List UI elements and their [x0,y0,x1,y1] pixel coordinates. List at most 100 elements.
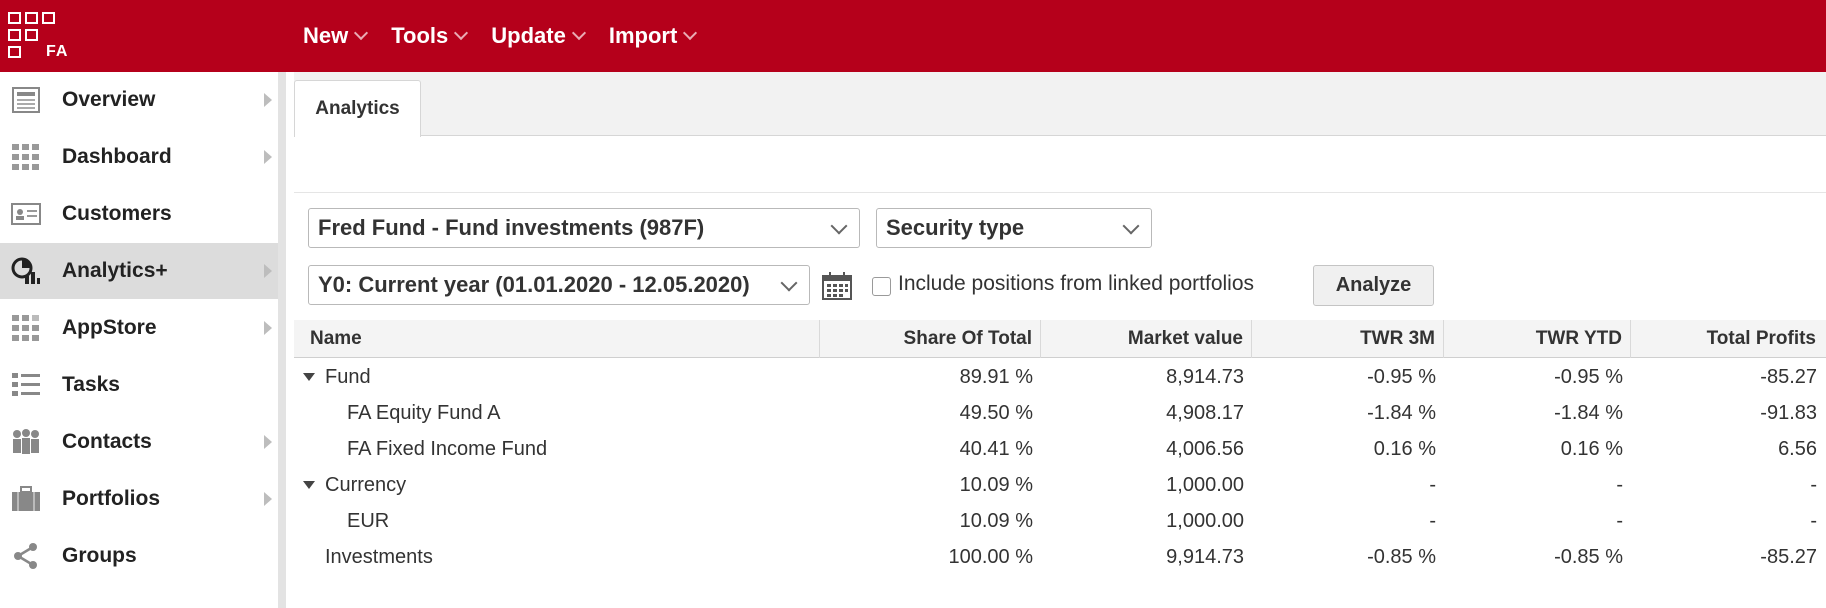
portfolio-select[interactable]: Fred Fund - Fund investments (987F) [308,208,860,248]
menu-new-label: New [303,23,349,48]
sidebar-item-overview[interactable]: Overview [0,72,278,128]
logo-text: FA [46,43,69,60]
period-select[interactable]: Y0: Current year (01.01.2020 - 12.05.202… [308,265,810,305]
include-linked-checkbox[interactable] [872,277,891,296]
cell-twr-ytd: -0.85 % [1554,545,1623,568]
menu-update-label: Update [491,23,566,48]
cell-market-value: 4,006.56 [1166,437,1244,460]
cell-share: 10.09 % [959,509,1033,532]
column-header-share[interactable]: Share Of Total [820,320,1041,358]
top-menu: New Tools Update Import [303,0,720,72]
chevron-right-icon [264,435,272,449]
chevron-down-icon [1122,217,1140,235]
sidebar-item-label: Overview [62,88,156,111]
menu-tools[interactable]: Tools [391,23,469,49]
logo-square [25,12,38,24]
sidebar-item-groups[interactable]: Groups [0,528,278,584]
chevron-right-icon [264,150,272,164]
chevron-down-icon [354,25,369,41]
cell-twr-3m: -0.95 % [1367,365,1436,388]
cell-share: 49.50 % [959,401,1033,424]
sidebar-item-label: Portfolios [62,487,160,510]
cell-total-profits: - [1810,473,1817,496]
sidebar-item-label: AppStore [62,316,157,339]
grouping-select[interactable]: Security type [876,208,1152,248]
table-row-total[interactable]: Investments 100.00 % 9,914.73 -0.85 % -0… [294,539,1826,575]
collapse-triangle-icon[interactable] [303,481,315,489]
cell-twr-ytd: 0.16 % [1560,437,1623,460]
menu-import[interactable]: Import [609,23,698,49]
cell-market-value: 4,908.17 [1166,401,1244,424]
cell-total-profits: -91.83 [1760,401,1817,424]
logo-square [8,46,21,58]
sidebar-item-label: Contacts [62,430,152,453]
sidebar-item-label: Dashboard [62,145,172,168]
chevron-right-icon [264,492,272,506]
sidebar-item-analytics[interactable]: Analytics+ [0,243,278,299]
collapse-triangle-icon[interactable] [303,373,315,381]
table-row[interactable]: Currency 10.09 % 1,000.00 - - - [294,467,1826,503]
table-row[interactable]: Fund 89.91 % 8,914.73 -0.95 % -0.95 % -8… [294,359,1826,395]
logo-square [8,12,21,24]
sidebar-item-tasks[interactable]: Tasks [0,357,278,413]
include-linked-label: Include positions from linked portfolios [898,272,1255,295]
groups-icon [14,543,37,569]
logo-square [8,29,21,41]
column-header-name[interactable]: Name [294,320,820,358]
calendar-icon[interactable] [822,272,852,300]
menu-new[interactable]: New [303,23,369,49]
divider [294,192,1826,193]
sidebar-item-dashboard[interactable]: Dashboard [0,129,278,185]
chevron-down-icon [830,217,848,235]
chevron-right-icon [264,264,272,278]
table-row[interactable]: FA Fixed Income Fund 40.41 % 4,006.56 0.… [294,431,1826,467]
sidebar-item-contacts[interactable]: Contacts [0,414,278,470]
contacts-icon [13,429,39,454]
cell-name: FA Equity Fund A [347,401,501,424]
period-select-value: Y0: Current year (01.01.2020 - 12.05.202… [318,272,750,297]
cell-share: 89.91 % [959,365,1033,388]
cell-name: Currency [325,473,407,496]
logo-square [42,12,55,24]
column-header-total-profits[interactable]: Total Profits [1631,320,1824,358]
sidebar-item-portfolios[interactable]: Portfolios [0,471,278,527]
cell-share: 10.09 % [959,473,1033,496]
cell-twr-ytd: - [1616,509,1623,532]
sidebar-item-customers[interactable]: Customers [0,186,278,242]
cell-market-value: 1,000.00 [1166,509,1244,532]
table-row[interactable]: FA Equity Fund A 49.50 % 4,908.17 -1.84 … [294,395,1826,431]
fa-logo[interactable]: FA [8,12,78,62]
column-header-twr-3m[interactable]: TWR 3M [1252,320,1444,358]
menu-update[interactable]: Update [491,23,586,49]
table-row[interactable]: EUR 10.09 % 1,000.00 - - - [294,503,1826,539]
cell-total-profits: -85.27 [1760,365,1817,388]
cell-twr-3m: - [1429,509,1436,532]
sidebar-item-label: Customers [62,202,172,225]
cell-twr-ytd: - [1616,473,1623,496]
sidebar-item-appstore[interactable]: AppStore [0,300,278,356]
cell-name: EUR [347,509,390,532]
chevron-right-icon [264,93,272,107]
cell-twr-ytd: -0.95 % [1554,365,1623,388]
cell-market-value: 9,914.73 [1166,545,1244,568]
cell-twr-3m: 0.16 % [1373,437,1436,460]
cell-market-value: 8,914.73 [1166,365,1244,388]
overview-icon [12,87,40,113]
cell-twr-ytd: -1.84 % [1554,401,1623,424]
cell-total-profits: 6.56 [1778,437,1817,460]
main-content: Analytics Fred Fund - Fund investments (… [294,72,1826,608]
table-header: Name Share Of Total Market value TWR 3M … [294,320,1826,358]
tab-analytics[interactable]: Analytics [294,80,421,137]
analyze-button[interactable]: Analyze [1313,265,1434,306]
column-header-twr-ytd[interactable]: TWR YTD [1444,320,1631,358]
cell-share: 40.41 % [959,437,1033,460]
sidebar-item-label: Tasks [62,373,120,396]
cell-twr-3m: - [1429,473,1436,496]
portfolios-icon [12,486,40,511]
cell-name: Fund [325,365,371,388]
cell-twr-3m: -0.85 % [1367,545,1436,568]
cell-market-value: 1,000.00 [1166,473,1244,496]
cell-total-profits: - [1810,509,1817,532]
column-header-market-value[interactable]: Market value [1041,320,1252,358]
chevron-down-icon [780,274,798,292]
